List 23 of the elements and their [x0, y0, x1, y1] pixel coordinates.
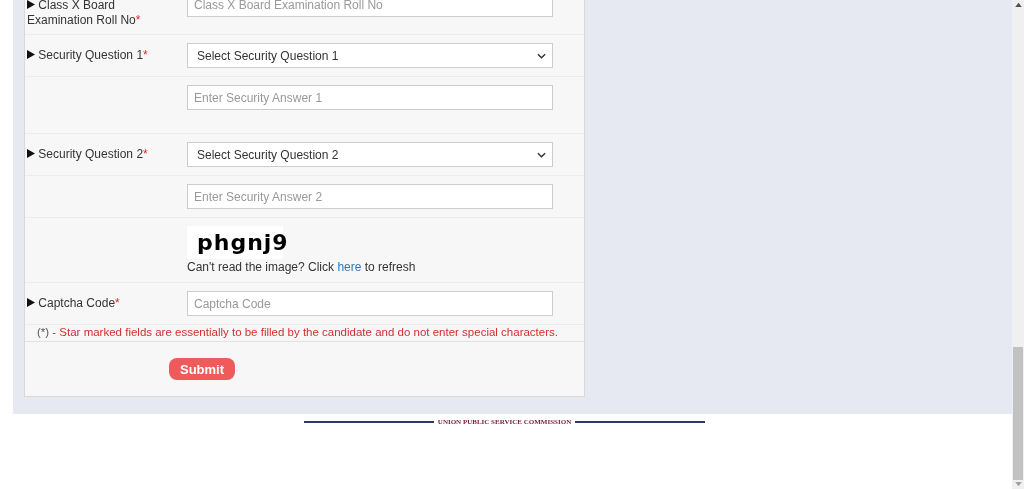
input-field[interactable]: Enter Security Answer 1 — [187, 85, 553, 110]
triangle-bullet-icon — [27, 298, 35, 307]
chevron-down-icon — [537, 151, 546, 158]
select-dropdown[interactable]: Select Security Question 2 — [187, 142, 553, 167]
input-field[interactable]: Captcha Code — [187, 291, 553, 316]
field-label: Security Question 2* — [27, 147, 148, 162]
refresh-hint: Can't read the image? Click here to refresh — [187, 260, 417, 274]
select-dropdown[interactable]: Select Security Question 1 — [187, 43, 553, 68]
triangle-bullet-icon — [27, 0, 35, 9]
input-field[interactable]: Class X Board Examination Roll No — [187, 0, 553, 17]
refresh-link[interactable]: here — [337, 260, 362, 274]
scroll-down-icon[interactable] — [1014, 482, 1022, 487]
field-label: Class X Board Examination Roll No* — [27, 0, 142, 28]
field-label: Captcha Code* — [27, 296, 120, 311]
triangle-bullet-icon — [27, 50, 35, 59]
scroll-up-icon[interactable] — [1014, 2, 1022, 7]
scrollbar[interactable] — [1012, 0, 1024, 489]
scrollbar-thumb[interactable] — [1013, 347, 1023, 480]
triangle-bullet-icon — [27, 149, 35, 158]
field-label: Security Question 1* — [27, 48, 148, 63]
chevron-down-icon — [537, 52, 546, 59]
input-field[interactable]: Enter Security Answer 2 — [187, 184, 553, 209]
required-note: (*) - Star marked fields are essentially to be filled by the candidate and do not enter special characters. — [37, 326, 559, 338]
